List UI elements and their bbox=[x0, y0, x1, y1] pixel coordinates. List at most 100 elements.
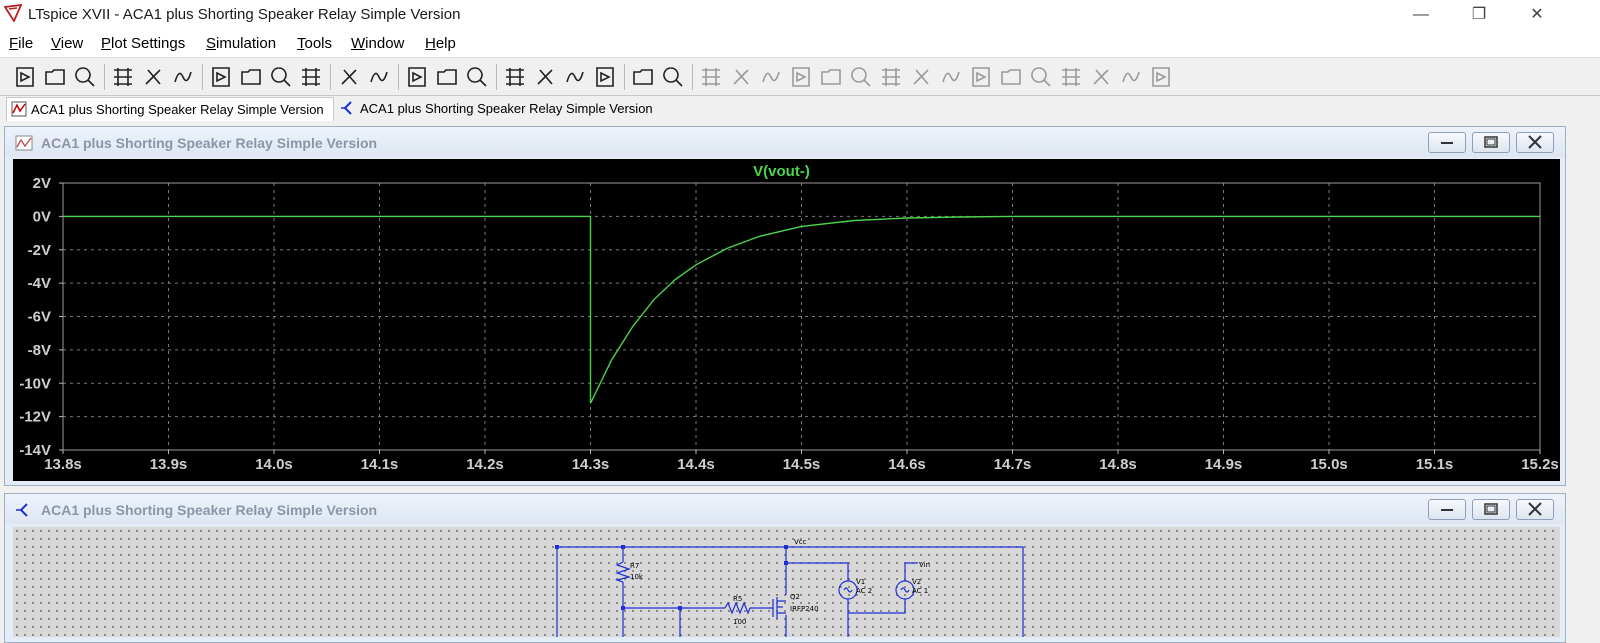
menu-tools[interactable]: Tools bbox=[297, 35, 332, 52]
move-icon[interactable] bbox=[938, 64, 964, 90]
schematic-icon bbox=[341, 101, 352, 115]
schematic-canvas[interactable]: Vcc R7 10k R5 100 Q2 IRFP240 V1 AC 2 V2 … bbox=[13, 527, 1560, 643]
toolbar bbox=[0, 58, 1600, 96]
y-tick-label: -12V bbox=[19, 409, 51, 426]
capacitor-icon[interactable] bbox=[818, 64, 844, 90]
plot-pane[interactable]: 13.8s 13.9s 14.0s 14.1s 14.2s 14.3s 14.4s 14.5s… bbox=[13, 159, 1560, 481]
cascade-icon[interactable] bbox=[434, 64, 460, 90]
minimize-icon bbox=[1441, 509, 1453, 511]
print-icon[interactable] bbox=[630, 64, 656, 90]
menu-simulation[interactable]: Simulation bbox=[206, 35, 276, 52]
y-tick-label: -2V bbox=[28, 242, 51, 259]
trace-label[interactable]: V(vout-) bbox=[753, 163, 810, 180]
toolbar-separator bbox=[624, 64, 625, 90]
run-icon[interactable] bbox=[12, 64, 38, 90]
find-icon[interactable] bbox=[592, 64, 618, 90]
label-r7: R7 bbox=[630, 562, 639, 570]
text-icon[interactable] bbox=[1118, 64, 1144, 90]
y-tick-label: 2V bbox=[33, 175, 51, 192]
drag-icon[interactable] bbox=[968, 64, 994, 90]
menu-help[interactable]: Help bbox=[425, 35, 456, 52]
halt-icon[interactable] bbox=[140, 64, 166, 90]
toolbar-separator bbox=[692, 64, 693, 90]
resistor-r5[interactable] bbox=[724, 601, 751, 615]
close-button[interactable] bbox=[1516, 499, 1554, 520]
print-setup-icon[interactable] bbox=[660, 64, 686, 90]
maximize-button[interactable] bbox=[1472, 499, 1510, 520]
grid-icon[interactable] bbox=[366, 64, 392, 90]
tab-plot[interactable]: ACA1 plus Shorting Speaker Relay Simple … bbox=[6, 97, 334, 121]
y-tick-label: -8V bbox=[28, 342, 51, 359]
zoom-out-icon[interactable] bbox=[268, 64, 294, 90]
x-tick-label: 14.5s bbox=[783, 456, 821, 473]
tab-schematic[interactable]: ACA1 plus Shorting Speaker Relay Simple … bbox=[336, 97, 666, 121]
wire[interactable] bbox=[556, 546, 1024, 643]
wire[interactable] bbox=[847, 599, 906, 614]
draw-wire-icon[interactable] bbox=[698, 64, 724, 90]
schematic-drawing[interactable]: Vcc R7 10k R5 100 Q2 IRFP240 V1 AC 2 V2 … bbox=[13, 527, 1560, 643]
control-panel-icon[interactable] bbox=[110, 64, 136, 90]
x-tick-label: 14.2s bbox=[466, 456, 504, 473]
mirror-icon[interactable] bbox=[1088, 64, 1114, 90]
close-button[interactable] bbox=[1516, 132, 1554, 153]
plot-window-title: ACA1 plus Shorting Speaker Relay Simple … bbox=[41, 135, 378, 151]
y-tick-label: -6V bbox=[28, 309, 51, 326]
wire[interactable] bbox=[786, 562, 849, 581]
label-q2: Q2 bbox=[790, 593, 800, 601]
inductor-icon[interactable] bbox=[848, 64, 874, 90]
mosfet-q2[interactable] bbox=[772, 597, 786, 619]
waveform-icon bbox=[11, 101, 27, 117]
close-button[interactable]: ✕ bbox=[1514, 2, 1560, 28]
menu-file[interactable]: File bbox=[9, 35, 33, 52]
maximize-button[interactable] bbox=[1472, 132, 1510, 153]
component-icon[interactable] bbox=[908, 64, 934, 90]
open-icon[interactable] bbox=[42, 64, 68, 90]
menu-window[interactable]: Window bbox=[351, 35, 404, 52]
schematic-window: ACA1 plus Shorting Speaker Relay Simple … bbox=[4, 493, 1566, 643]
value-v1: AC 2 bbox=[856, 587, 872, 595]
zoom-in-icon[interactable] bbox=[238, 64, 264, 90]
zoom-area-icon[interactable] bbox=[208, 64, 234, 90]
x-tick-label: 14.9s bbox=[1205, 456, 1243, 473]
toolbar-separator bbox=[202, 64, 203, 90]
junction bbox=[555, 545, 559, 549]
rotate-icon[interactable] bbox=[1058, 64, 1084, 90]
redo-icon[interactable] bbox=[1028, 64, 1054, 90]
value-r7: 10k bbox=[630, 573, 644, 581]
menu-plot-settings[interactable]: Plot Settings bbox=[101, 35, 185, 52]
label-r5: R5 bbox=[733, 595, 742, 603]
cut-icon[interactable] bbox=[502, 64, 528, 90]
paste-icon[interactable] bbox=[562, 64, 588, 90]
ground-icon[interactable] bbox=[728, 64, 754, 90]
minimize-button[interactable] bbox=[1428, 499, 1466, 520]
y-tick-label: -10V bbox=[19, 375, 51, 392]
x-tick-label: 14.0s bbox=[255, 456, 293, 473]
zoom-fit-icon[interactable] bbox=[298, 64, 324, 90]
autorange-icon[interactable] bbox=[336, 64, 362, 90]
minimize-button[interactable]: — bbox=[1398, 2, 1444, 28]
net-label-vin: Vin bbox=[919, 561, 930, 569]
copy-icon[interactable] bbox=[532, 64, 558, 90]
net-label-vcc: Vcc bbox=[794, 538, 807, 546]
toolbar-separator bbox=[330, 64, 331, 90]
maximize-icon bbox=[1484, 503, 1498, 515]
undo-icon[interactable] bbox=[998, 64, 1024, 90]
diode-icon[interactable] bbox=[878, 64, 904, 90]
value-r5: 100 bbox=[733, 618, 746, 626]
pan-icon[interactable] bbox=[170, 64, 196, 90]
minimize-button[interactable] bbox=[1428, 132, 1466, 153]
schematic-window-titlebar: ACA1 plus Shorting Speaker Relay Simple … bbox=[5, 494, 1565, 524]
spice-directive-icon[interactable] bbox=[1148, 64, 1174, 90]
restore-button[interactable]: ❐ bbox=[1456, 2, 1502, 28]
resistor-icon[interactable] bbox=[788, 64, 814, 90]
schematic-window-title: ACA1 plus Shorting Speaker Relay Simple … bbox=[41, 502, 378, 518]
waveform-plot[interactable]: 13.8s 13.9s 14.0s 14.1s 14.2s 14.3s 14.4s 14.5s… bbox=[13, 159, 1560, 481]
tile-horizontal-icon[interactable] bbox=[404, 64, 430, 90]
resistor-r7[interactable] bbox=[614, 561, 632, 583]
menu-view[interactable]: View bbox=[51, 35, 83, 52]
x-tick-label: 14.7s bbox=[994, 456, 1032, 473]
tile-vertical-icon[interactable] bbox=[464, 64, 490, 90]
y-tick-label: 0V bbox=[33, 208, 51, 225]
label-icon[interactable] bbox=[758, 64, 784, 90]
save-icon[interactable] bbox=[72, 64, 98, 90]
